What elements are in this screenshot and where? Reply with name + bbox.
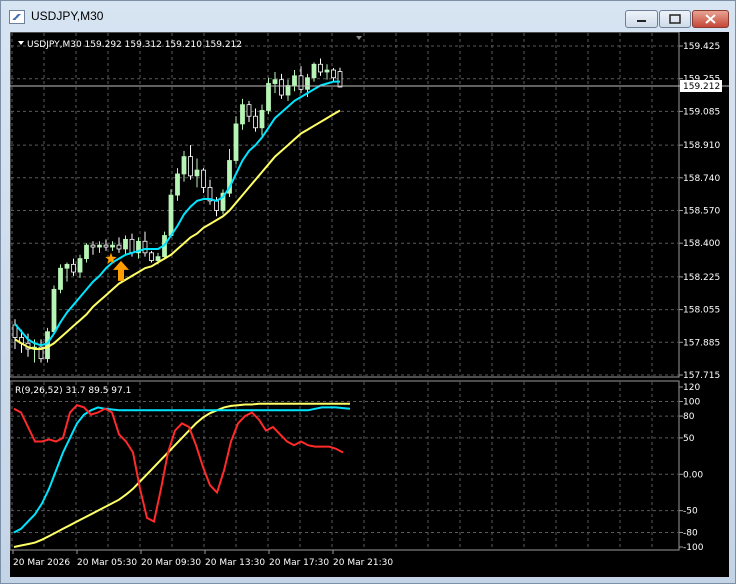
maximize-button[interactable] (659, 10, 691, 28)
indicator-tick-label: -80 (683, 528, 698, 538)
close-icon (705, 14, 716, 24)
price-tick-label: 158.570 (683, 207, 720, 217)
price-tick-label: 159.085 (683, 107, 720, 117)
minimize-button[interactable] (625, 10, 658, 28)
candle-body (97, 244, 102, 248)
candle-body (214, 200, 219, 211)
chart-area[interactable]: 159.425 159.255 159.085 158.910 158.740 158.5… (10, 32, 729, 577)
price-tick-label: 158.740 (683, 174, 720, 184)
candle-body (324, 69, 330, 73)
chart-window: USDJPY,M30 159.425 159.255 159.085 158.910 1… (0, 0, 736, 584)
candle-body (194, 169, 200, 177)
candle-body (201, 169, 206, 188)
candle-body (246, 104, 252, 117)
candle-body (129, 238, 135, 254)
indicator-tick-label: 50 (683, 434, 695, 444)
candle-body (64, 263, 70, 269)
candle-body (51, 288, 57, 333)
time-tick-label: 20 Mar 13:30 (205, 558, 265, 568)
candle-body (259, 110, 265, 129)
candle-body (253, 115, 258, 129)
candle-body (155, 256, 161, 261)
indicator-tick-label: 80 (683, 412, 695, 422)
time-axis: 20 Mar 2026 20 Mar 05:30 20 Mar 09:30 20 Ma… (12, 550, 393, 568)
candle-body (116, 244, 122, 250)
minimize-icon (637, 20, 646, 22)
candle-body (305, 77, 310, 90)
candle-body (71, 263, 76, 273)
chart-canvas[interactable]: 159.425159.255159.085158.910158.740158.5… (10, 32, 729, 577)
candle-body (110, 244, 115, 248)
candle-body (240, 104, 245, 125)
candle-body (123, 238, 128, 250)
candle-body (77, 258, 83, 273)
fast-ma-line (14, 80, 340, 347)
chart-shift-marker-icon[interactable] (356, 36, 362, 40)
candle-body (188, 156, 193, 177)
candle-body (318, 63, 323, 73)
up-arrow-icon (113, 260, 129, 281)
time-tick-label: 20 Mar 17:30 (269, 558, 329, 568)
candle-body (142, 240, 148, 254)
candles (12, 58, 343, 363)
candle-body (233, 123, 239, 161)
price-axis: 159.425159.255159.085158.910158.740158.5… (679, 42, 720, 381)
indicator-tick-label: -100 (683, 543, 704, 553)
indicator-axis: 120 100 80 50 0.00 -50 -80 -100 (679, 383, 704, 553)
time-tick-label: 20 Mar 05:30 (77, 558, 137, 568)
candle-body (266, 83, 271, 111)
candle-body (285, 85, 291, 96)
main-chart-header: USDJPY,M30 159.292 159.312 159.210 159.2… (27, 40, 242, 50)
candle-body (181, 156, 187, 175)
indicator-header: R(9,26,52) 31.7 89.5 97.1 (15, 386, 131, 396)
price-tick-label: 159.425 (683, 42, 720, 52)
candle-body (58, 267, 63, 290)
time-tick-label: 20 Mar 2026 (13, 558, 70, 568)
candle-body (103, 244, 109, 248)
chart-window-icon (9, 10, 25, 24)
time-tick-label: 20 Mar 21:30 (333, 558, 393, 568)
title-bar[interactable]: USDJPY,M30 (1, 1, 735, 31)
slow-ma-line (14, 109, 341, 350)
price-tick-label: 158.910 (683, 141, 720, 151)
indicator-tick-label: 120 (683, 383, 700, 393)
maximize-icon (669, 14, 681, 24)
moving-averages (14, 80, 341, 350)
window-title: USDJPY,M30 (31, 9, 104, 23)
price-tick-label: 157.715 (683, 371, 720, 381)
candle-body (311, 63, 317, 79)
price-tick-label: 157.885 (683, 338, 720, 348)
price-tick-label: 158.400 (683, 239, 720, 249)
indicator-panel-border (10, 380, 680, 551)
candle-body (175, 173, 180, 196)
close-button[interactable] (692, 10, 729, 28)
main-panel-border (10, 32, 680, 378)
time-tick-label: 20 Mar 09:30 (141, 558, 201, 568)
candle-body (292, 75, 297, 86)
candle-body (90, 244, 96, 248)
price-tick-label: 158.055 (683, 306, 720, 316)
chart-header-dropdown-icon[interactable] (18, 41, 24, 45)
candle-body (84, 244, 89, 259)
indicator-tick-label: 0.00 (683, 470, 703, 480)
indicator-tick-label: 100 (683, 398, 700, 408)
candle-body (149, 252, 154, 261)
candle-body (337, 71, 343, 88)
indicator-line-r9 (13, 404, 344, 523)
current-price-label: 159.212 (683, 82, 720, 92)
price-tick-label: 158.225 (683, 273, 720, 283)
indicator-tick-label: -50 (683, 507, 698, 517)
candle-body (298, 75, 304, 90)
candle-body (331, 69, 336, 79)
candle-body (279, 79, 284, 96)
candle-body (168, 194, 174, 236)
candle-body (272, 79, 278, 84)
